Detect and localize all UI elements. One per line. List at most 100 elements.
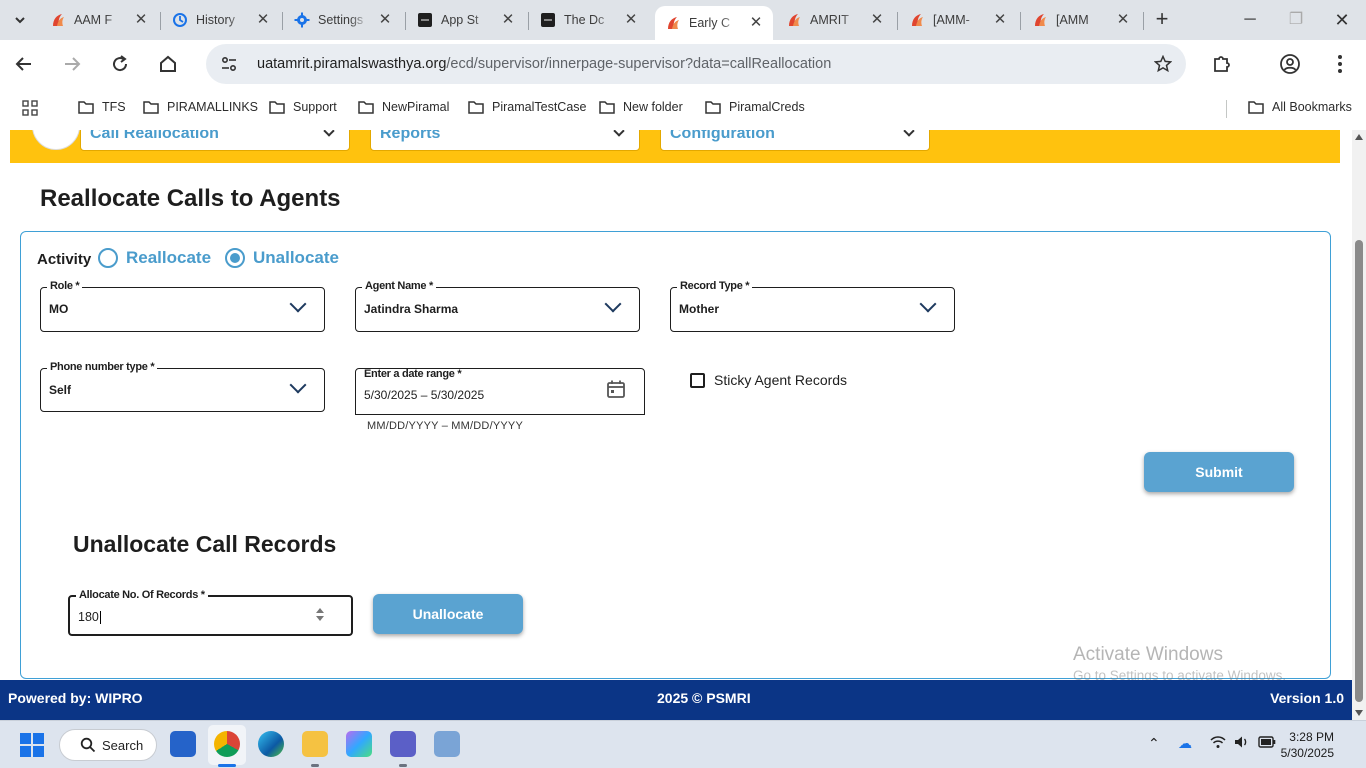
bookmark-folder[interactable]: TFS [78, 100, 126, 114]
close-icon[interactable]: ✕ [376, 11, 394, 29]
phone-type-label: Phone number type * [47, 361, 158, 373]
chevron-up-icon[interactable]: ⌃ [1148, 735, 1160, 752]
bookmark-folder[interactable]: PiramalCreds [705, 100, 805, 114]
bookmark-folder[interactable]: New folder [599, 100, 683, 114]
record-type-select[interactable]: Record Type * Mother [670, 280, 955, 332]
radio-button-checked[interactable] [225, 248, 245, 268]
search-icon [80, 737, 96, 753]
extensions-button[interactable] [1210, 52, 1234, 76]
unallocate-button[interactable]: Unallocate [373, 594, 523, 634]
number-spinner-icon[interactable] [315, 608, 325, 624]
bookmark-label: Support [293, 100, 337, 114]
edge-icon[interactable] [258, 731, 284, 757]
browser-tab[interactable]: History ✕ [162, 6, 280, 34]
wifi-icon[interactable] [1210, 735, 1226, 752]
profile-button[interactable] [1278, 52, 1302, 76]
close-icon[interactable]: ✕ [622, 11, 640, 29]
browser-tab-active[interactable]: Early C ✕ [655, 6, 773, 40]
tab-divider [160, 12, 161, 30]
close-icon[interactable]: ✕ [499, 11, 517, 29]
bookmark-star-icon[interactable] [1152, 53, 1174, 75]
battery-icon[interactable] [1258, 735, 1276, 751]
sticky-agent-checkbox[interactable]: Sticky Agent Records [690, 372, 847, 388]
menu-reports[interactable]: Reports [370, 130, 640, 151]
scrollbar-thumb[interactable] [1355, 240, 1363, 702]
file-explorer-icon[interactable] [302, 731, 328, 757]
menu-configuration[interactable]: Configuration [660, 130, 930, 151]
close-icon[interactable]: ✕ [132, 11, 150, 29]
new-tab-button[interactable]: + [1150, 8, 1174, 32]
volume-icon[interactable] [1234, 735, 1250, 752]
radio-reallocate[interactable]: Reallocate [98, 248, 211, 268]
task-view-icon[interactable] [170, 731, 196, 757]
tab-divider [282, 12, 283, 30]
role-select[interactable]: Role * MO [40, 280, 325, 332]
checkbox[interactable] [690, 372, 705, 388]
all-bookmarks-button[interactable]: All Bookmarks [1248, 100, 1352, 114]
close-window-button[interactable]: ✕ [1330, 8, 1354, 32]
home-button[interactable] [156, 52, 180, 76]
system-clock[interactable]: 3:28 PM 5/30/2025 [1281, 729, 1334, 761]
date-range-input[interactable]: Enter a date range * 5/30/2025 – 5/30/20… [355, 368, 645, 415]
chrome-icon[interactable] [214, 731, 240, 757]
bookmark-label: New folder [623, 100, 683, 114]
close-icon[interactable]: ✕ [1114, 11, 1132, 29]
phone-type-select[interactable]: Phone number type * Self [40, 361, 325, 412]
browser-tab[interactable]: AMRIT ✕ [776, 6, 894, 34]
tab-label: [AMM [1056, 13, 1089, 27]
records-count-input[interactable]: Allocate No. Of Records * 180 [68, 589, 353, 636]
menu-call-reallocation[interactable]: Call Reallocation [80, 130, 350, 151]
menu-button[interactable] [1328, 52, 1352, 76]
minimize-button[interactable]: ─ [1238, 8, 1262, 32]
gear-icon [294, 12, 310, 28]
bookmark-folder[interactable]: PIRAMALLINKS [143, 100, 258, 114]
browser-tab[interactable]: App St ✕ [407, 6, 525, 34]
site-info-icon[interactable] [218, 53, 240, 75]
radio-button[interactable] [98, 248, 118, 268]
restore-button[interactable]: ❐ [1284, 8, 1308, 32]
agent-name-select[interactable]: Agent Name * Jatindra Sharma [355, 280, 640, 332]
scroll-down-arrow-icon[interactable] [1355, 710, 1363, 716]
close-icon[interactable]: ✕ [254, 11, 272, 29]
onedrive-icon[interactable]: ☁ [1178, 735, 1192, 752]
browser-tab[interactable]: AAM F ✕ [40, 6, 158, 34]
windows-start-icon[interactable] [20, 733, 44, 757]
chevron-down-icon [604, 295, 622, 313]
back-button[interactable] [12, 52, 36, 76]
close-icon[interactable]: ✕ [868, 11, 886, 29]
m365-icon[interactable] [346, 731, 372, 757]
bookmark-folder[interactable]: PiramalTestCase [468, 100, 586, 114]
home-icon [160, 55, 176, 72]
open-indicator [311, 764, 319, 767]
apps-grid-icon[interactable] [22, 100, 38, 116]
tab-label: Early C [689, 16, 730, 30]
scroll-up-arrow-icon[interactable] [1355, 134, 1363, 140]
tab-search-button[interactable] [8, 8, 32, 32]
folder-icon [1248, 100, 1264, 114]
teams-icon[interactable] [390, 731, 416, 757]
submit-button[interactable]: Submit [1144, 452, 1294, 492]
tab-divider [1020, 12, 1021, 30]
calendar-icon[interactable] [606, 379, 626, 404]
menu-label: Call Reallocation [90, 130, 219, 142]
chevron-down-icon [323, 130, 335, 137]
bookmark-folder[interactable]: NewPiramal [358, 100, 449, 114]
close-icon[interactable]: ✕ [991, 11, 1009, 29]
taskbar-search[interactable]: Search [59, 729, 157, 761]
browser-tab[interactable]: [AMM- ✕ [899, 6, 1017, 34]
tab-label: AMRIT [810, 13, 849, 27]
forward-button[interactable] [60, 52, 84, 76]
remote-desktop-icon[interactable] [434, 731, 460, 757]
browser-tab[interactable]: The Dc ✕ [530, 6, 648, 34]
date-format-hint: MM/DD/YYYY – MM/DD/YYYY [367, 420, 523, 432]
address-bar[interactable]: uatamrit.piramalswasthya.org/ecd/supervi… [206, 44, 1186, 84]
browser-tab[interactable]: Settings ✕ [284, 6, 402, 34]
browser-tab[interactable]: [AMM ✕ [1022, 6, 1140, 34]
radio-unallocate[interactable]: Unallocate [225, 248, 339, 268]
app-logo[interactable] [32, 130, 80, 150]
reload-button[interactable] [108, 52, 132, 76]
close-icon[interactable]: ✕ [747, 14, 765, 32]
amrit-logo-icon [50, 12, 66, 28]
bookmark-folder[interactable]: Support [269, 100, 337, 114]
page-scrollbar[interactable] [1352, 130, 1366, 720]
